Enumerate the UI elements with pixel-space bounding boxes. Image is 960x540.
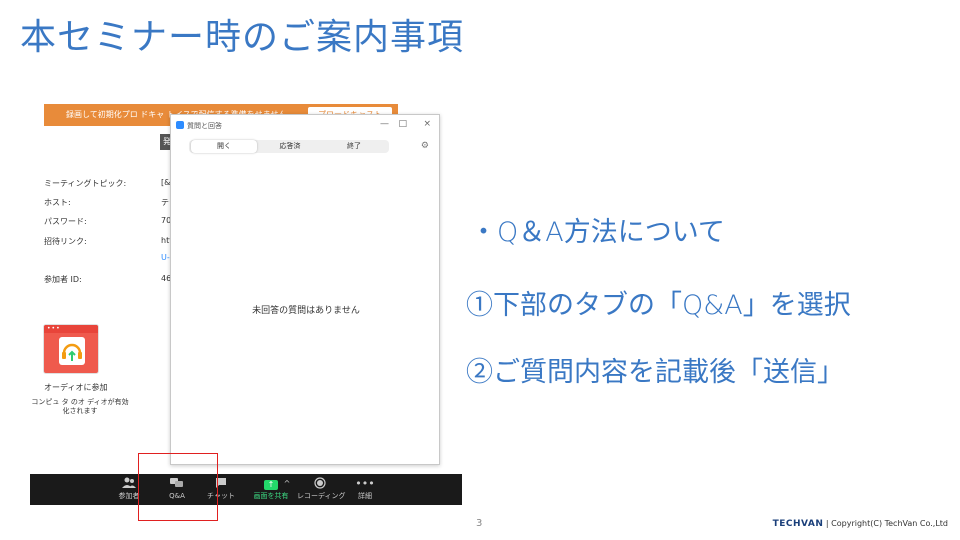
bullet-qa-method: ・Q＆A方法について — [470, 217, 725, 248]
qa-empty-message: 未回答の質問はありません — [252, 306, 360, 316]
qa-tab-bar: 開く 応答済 終了 — [189, 140, 389, 153]
more-label: 詳細 — [358, 492, 372, 500]
tab-open[interactable]: 開く — [191, 140, 257, 153]
join-audio-label: オーディオに参加 — [44, 383, 108, 392]
join-audio-sub: コンピュ タ のオ ディオが有効化されます — [31, 398, 129, 415]
more-icon: ••• — [355, 477, 375, 490]
share-options-caret[interactable]: ^ — [280, 477, 294, 491]
footer-brand: TECHVAN — [772, 519, 824, 529]
maximize-icon[interactable]: □ — [398, 119, 407, 129]
info-label-invite: 招待リンク: — [44, 237, 87, 246]
record-button[interactable]: レコーディング — [297, 477, 346, 501]
info-label-password: パスワード: — [44, 217, 87, 226]
tab-answered[interactable]: 応答済 — [257, 140, 323, 153]
footer: TECHVAN | Copyright(C) TechVan Co.,Ltd — [773, 519, 948, 529]
gear-icon[interactable]: ⚙ — [421, 141, 429, 151]
footer-copyright: | Copyright(C) TechVan Co.,Ltd — [825, 519, 948, 528]
minimize-icon[interactable]: — — [380, 119, 389, 129]
headphone-icon — [59, 337, 85, 365]
record-label: レコーディング — [297, 492, 346, 500]
qa-highlight-box — [138, 453, 218, 521]
page-number: 3 — [476, 518, 483, 529]
zoom-logo-icon — [176, 121, 184, 129]
share-screen-label: 画面を共有 — [253, 492, 289, 500]
meeting-toolbar: 参加者 Q&A チャット ↑ 画面を共有 ^ レコーディング ••• 詳細 — [30, 474, 462, 505]
info-label-meeting-id: 参加者 ID: — [44, 275, 82, 284]
step-1: ①下部のタブの「Q&A」を選択 — [466, 290, 851, 321]
slide-title: 本セミナー時のご案内事項 — [20, 17, 465, 58]
tab-dismissed[interactable]: 終了 — [321, 140, 387, 153]
info-label-host: ホスト: — [44, 198, 71, 207]
info-label-topic: ミーティングトピック: — [44, 179, 127, 188]
qa-titlebar: 質問と回答 — □ × — [171, 115, 439, 135]
join-audio-tile[interactable]: ••• — [43, 324, 99, 374]
caret-up-icon: ^ — [283, 479, 291, 488]
close-icon[interactable]: × — [423, 119, 431, 129]
qa-title: 質問と回答 — [187, 122, 222, 130]
info-value-topic: [& — [161, 178, 171, 187]
tile-dots: ••• — [44, 325, 98, 333]
step-2: ②ご質問内容を記載後「送信」 — [466, 357, 844, 388]
record-icon — [297, 477, 343, 491]
qa-window: 質問と回答 — □ × 開く 応答済 終了 ⚙ 未回答の質問はありません — [170, 114, 440, 465]
more-button[interactable]: ••• 詳細 — [342, 477, 388, 501]
